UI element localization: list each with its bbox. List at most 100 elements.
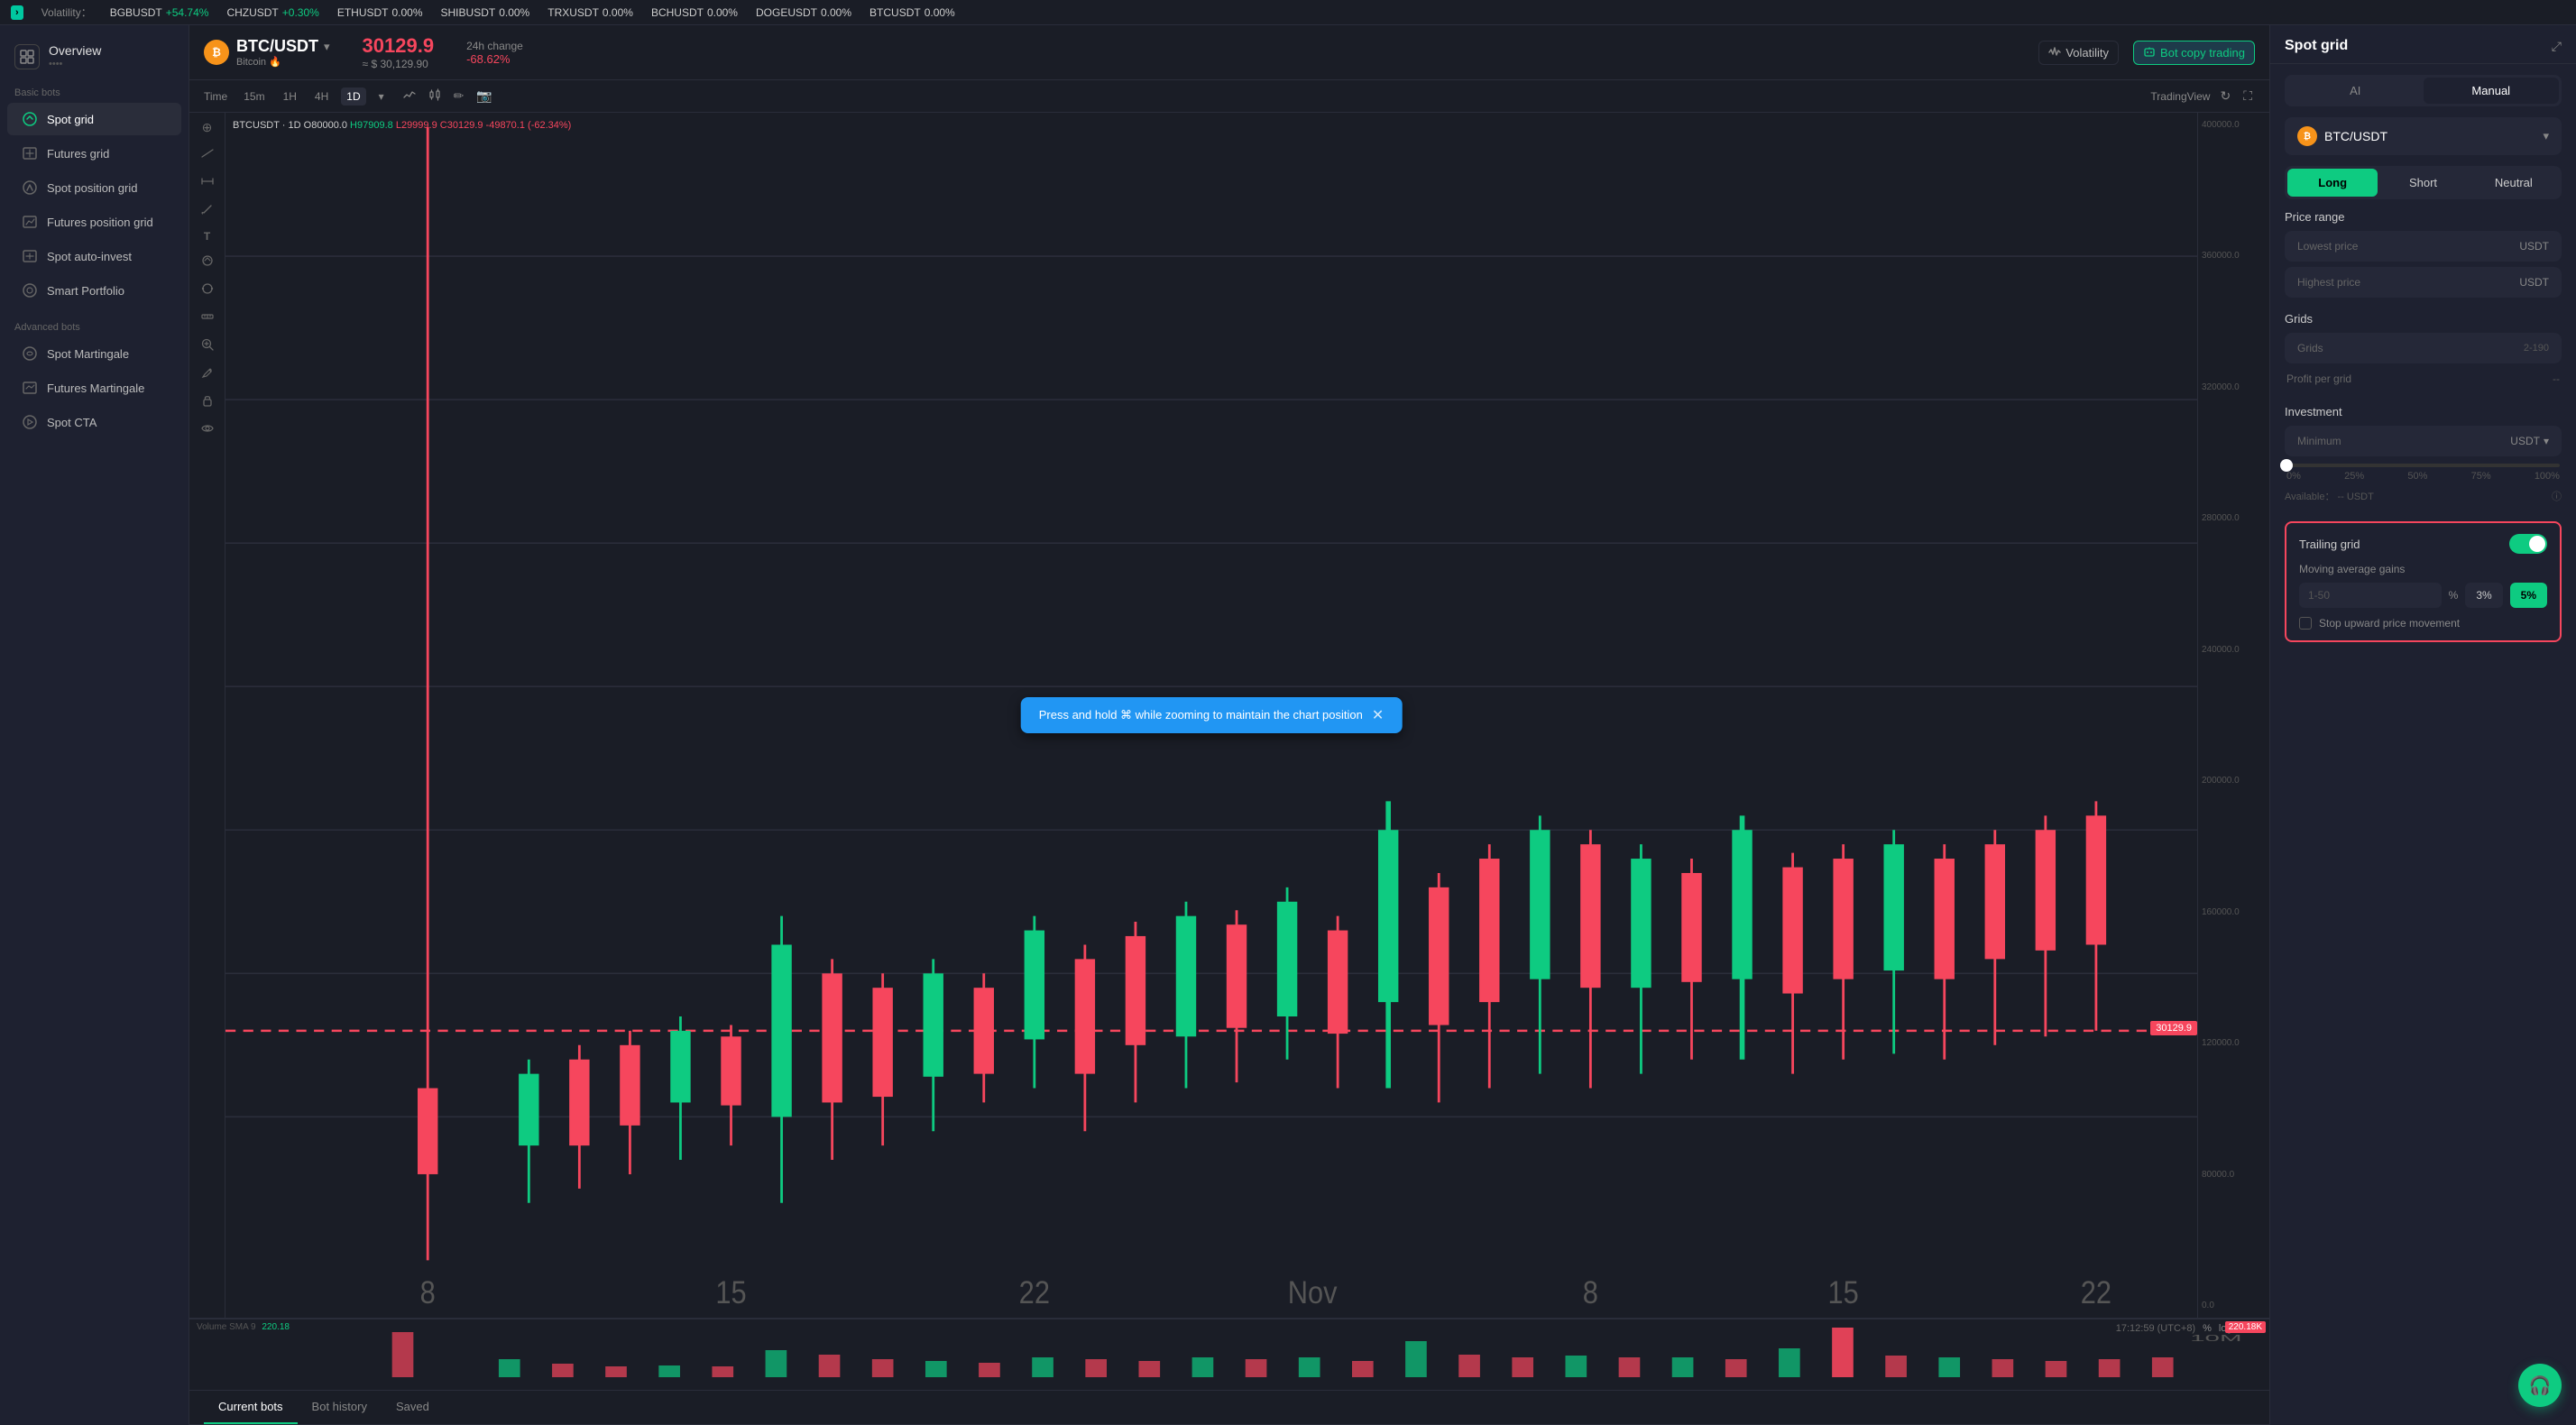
slider-thumb[interactable] (2280, 459, 2293, 472)
grids-input[interactable]: Grids 2-190 (2285, 333, 2562, 363)
ticker-item-3[interactable]: SHIBUSDT 0.00% (441, 6, 530, 19)
ma-gains-input[interactable]: 1-50 (2299, 583, 2442, 608)
ticker-change-2: 0.00% (391, 6, 422, 19)
sidebar-item-spot-auto-invest[interactable]: Spot auto-invest (7, 240, 181, 272)
fullscreen-icon[interactable]: ⛶ (2240, 86, 2255, 106)
ticker-item-2[interactable]: ETHUSDT 0.00% (337, 6, 423, 19)
sidebar-item-futures-position[interactable]: Futures position grid (7, 206, 181, 238)
pair-selector[interactable]: ₿ BTC/USDT ▾ (2285, 117, 2562, 155)
ticker-item-0[interactable]: BGBUSDT +54.74% (110, 6, 209, 19)
price-main: 30129.9 (363, 34, 435, 58)
minimum-label: Minimum (2297, 435, 2341, 447)
ticker-item-6[interactable]: DOGEUSDT 0.00% (756, 6, 851, 19)
ticker-item-5[interactable]: BCHUSDT 0.00% (651, 6, 738, 19)
ticker-symbol-7: BTCUSDT (869, 6, 921, 19)
sidebar-item-spot-martingale[interactable]: Spot Martingale (7, 337, 181, 370)
investment-input[interactable]: Minimum USDT ▾ (2285, 426, 2562, 456)
profit-per-grid: Profit per grid -- (2285, 369, 2562, 389)
tooltip-close-button[interactable]: ✕ (1372, 706, 1384, 724)
time-btn-15m[interactable]: 15m (238, 87, 270, 106)
text-icon[interactable]: T (204, 230, 210, 243)
highest-price-input[interactable]: Highest price USDT (2285, 267, 2562, 298)
horizontal-line-icon[interactable] (200, 174, 215, 191)
ticker-change-7: 0.00% (925, 6, 955, 19)
available-label: Available： -- USDT (2285, 489, 2374, 503)
ruler-icon[interactable] (200, 309, 215, 326)
dir-btn-long[interactable]: Long (2287, 169, 2378, 197)
info-icon[interactable]: ⓘ (2552, 489, 2562, 503)
profit-val: -- (2553, 372, 2560, 385)
tab-saved[interactable]: Saved (382, 1391, 444, 1424)
investment-slider[interactable]: 0% 25% 50% 75% 100% (2285, 464, 2562, 482)
futures-martingale-icon (22, 380, 38, 396)
refresh-icon[interactable]: ↻ (2217, 86, 2233, 106)
tooltip-text: Press and hold ⌘ while zooming to mainta… (1039, 708, 1363, 722)
volatility-button[interactable]: Volatility (2038, 41, 2119, 65)
trailing-toggle[interactable] (2509, 534, 2547, 554)
stop-checkbox[interactable] (2299, 617, 2312, 630)
currency-selector[interactable]: USDT ▾ (2510, 435, 2549, 447)
ma-preset-5pct[interactable]: 5% (2510, 583, 2547, 608)
mode-tab-manual[interactable]: Manual (2424, 78, 2560, 104)
ticker-item-4[interactable]: TRXUSDT 0.00% (547, 6, 633, 19)
sidebar-item-smart-portfolio[interactable]: Smart Portfolio (7, 274, 181, 307)
camera-icon[interactable]: 📷 (474, 86, 494, 106)
trendline-icon[interactable] (200, 146, 215, 163)
nav-arrow[interactable]: › (11, 5, 23, 20)
lock-icon[interactable] (200, 393, 215, 410)
time-btn-1d[interactable]: 1D (341, 87, 365, 106)
grids-section: Grids Grids 2-190 Profit per grid -- (2270, 312, 2576, 405)
brush-icon[interactable] (200, 202, 215, 219)
svg-text:8: 8 (1583, 1274, 1598, 1310)
support-button[interactable]: 🎧 (2518, 1364, 2562, 1407)
ticker-symbol-0: BGBUSDT (110, 6, 162, 19)
pencil2-icon[interactable] (200, 365, 215, 382)
price-usd: ≈ $ 30,129.90 (363, 58, 435, 70)
zoom-in-icon[interactable] (200, 337, 215, 354)
time-expand-btn[interactable]: ▾ (373, 87, 390, 106)
futures-martingale-label: Futures Martingale (47, 382, 144, 395)
main-layout: Overview •••• Basic bots Spot grid Fut (0, 25, 2576, 1425)
spot-auto-invest-icon (22, 248, 38, 264)
lowest-price-input[interactable]: Lowest price USDT (2285, 231, 2562, 262)
pair-selector-name: BTC/USDT (2324, 129, 2387, 143)
sidebar-item-futures-grid[interactable]: Futures grid (7, 137, 181, 170)
sidebar-item-spot-grid[interactable]: Spot grid (7, 103, 181, 135)
sidebar-item-spot-cta[interactable]: Spot CTA (7, 406, 181, 438)
sidebar-overview[interactable]: Overview •••• (0, 36, 189, 80)
mark-75: 75% (2471, 471, 2491, 482)
chart-main[interactable]: BTCUSDT · 1D O80000.0 H97909.8 L29999.9 … (225, 113, 2197, 1318)
mode-tab-ai[interactable]: AI (2287, 78, 2424, 104)
pair-dropdown-arrow[interactable]: ▾ (324, 40, 330, 54)
change-section: 24h change -68.62% (466, 40, 523, 66)
time-btn-1h[interactable]: 1H (278, 87, 302, 106)
pair-selector-arrow: ▾ (2543, 129, 2549, 143)
ma-preset-3pct[interactable]: 3% (2465, 583, 2502, 608)
lowest-price-label: Lowest price (2297, 240, 2358, 253)
dir-btn-short[interactable]: Short (2378, 169, 2468, 197)
ticker-item-7[interactable]: BTCUSDT 0.00% (869, 6, 955, 19)
bot-copy-trading-button[interactable]: Bot copy trading (2133, 41, 2255, 65)
time-controls: Time 15m 1H 4H 1D ▾ ✏ 📷 T (189, 80, 2269, 113)
ticker-item-1[interactable]: CHZUSDT +0.30% (226, 6, 318, 19)
measure-icon[interactable] (200, 281, 215, 299)
futures-grid-icon (22, 145, 38, 161)
ma-input-placeholder: 1-50 (2308, 589, 2330, 602)
tab-current-bots[interactable]: Current bots (204, 1391, 298, 1424)
candle-chart-icon[interactable] (426, 86, 444, 106)
sidebar: Overview •••• Basic bots Spot grid Fut (0, 25, 189, 1425)
time-btn-4h[interactable]: 4H (309, 87, 334, 106)
eye-icon[interactable] (200, 421, 215, 438)
line-chart-icon[interactable] (400, 86, 419, 106)
sidebar-item-futures-martingale[interactable]: Futures Martingale (7, 372, 181, 404)
y-label-1: 360000.0 (2202, 251, 2266, 261)
expand-icon[interactable]: ⤢ (2552, 39, 2562, 54)
pen-icon[interactable]: ✏ (451, 86, 467, 106)
crosshair-icon[interactable]: ⊕ (202, 120, 213, 135)
price-tag: 30129.9 (2150, 1021, 2197, 1035)
tab-bot-history[interactable]: Bot history (298, 1391, 382, 1424)
dir-btn-neutral[interactable]: Neutral (2469, 169, 2559, 197)
shape-icon[interactable] (200, 253, 215, 271)
sidebar-item-spot-position[interactable]: Spot position grid (7, 171, 181, 204)
svg-text:Nov: Nov (1288, 1274, 1338, 1310)
